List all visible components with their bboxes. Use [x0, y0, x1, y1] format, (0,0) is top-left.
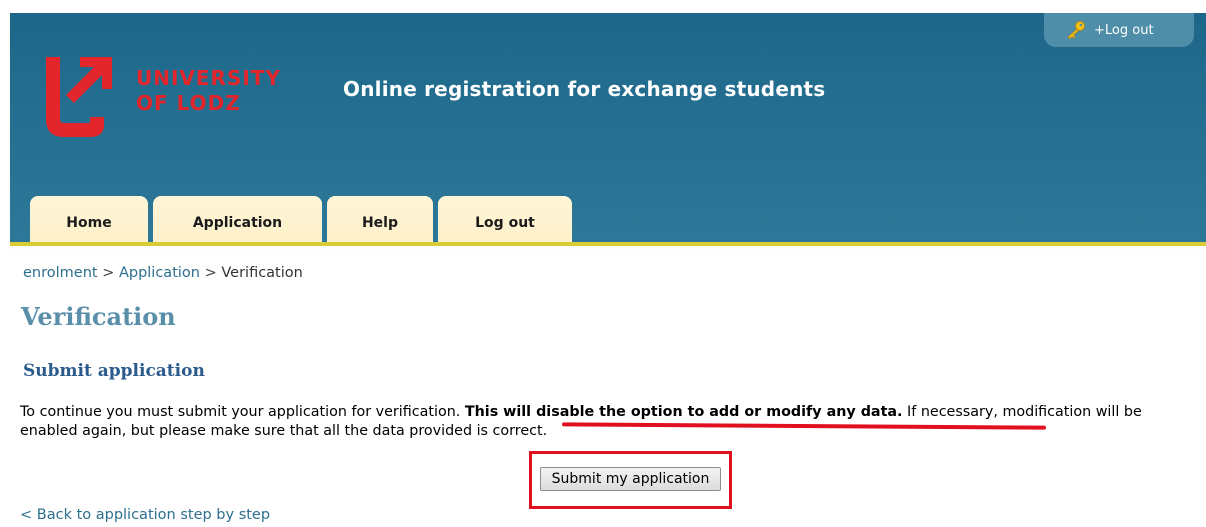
tab-application[interactable]: Application: [153, 196, 322, 246]
message-warning: This will disable the option to add or m…: [464, 404, 903, 420]
page-title: Verification: [21, 302, 176, 331]
breadcrumb-separator: >: [102, 265, 119, 281]
breadcrumb-enrolment[interactable]: enrolment: [23, 265, 98, 281]
university-logo-icon: [46, 57, 112, 137]
logout-top-button[interactable]: +Log out: [1044, 13, 1194, 47]
breadcrumb: enrolment > Application > Verification: [23, 265, 303, 281]
logout-top-label: +Log out: [1094, 22, 1154, 38]
warning-underline-annotation: [561, 422, 1047, 430]
key-icon: [1067, 21, 1085, 39]
breadcrumb-application[interactable]: Application: [119, 265, 200, 281]
message-intro: To continue you must submit your applica…: [20, 404, 465, 420]
submit-application-button[interactable]: Submit my application: [540, 467, 721, 491]
university-logo-text: UNIVERSITY OF LODZ: [136, 66, 281, 115]
submit-info-message: To continue you must submit your applica…: [20, 403, 1190, 441]
tab-log-out[interactable]: Log out: [438, 196, 572, 246]
breadcrumb-separator: >: [204, 265, 222, 281]
site-title: Online registration for exchange student…: [343, 77, 826, 101]
breadcrumb-verification: Verification: [221, 265, 303, 281]
site-header: UNIVERSITY OF LODZ Online registration f…: [10, 13, 1206, 246]
tab-home[interactable]: Home: [30, 196, 148, 246]
tab-help[interactable]: Help: [327, 196, 433, 246]
section-title: Submit application: [23, 361, 205, 381]
header-divider: [10, 242, 1206, 246]
back-to-steps-link[interactable]: < Back to application step by step: [20, 507, 270, 523]
